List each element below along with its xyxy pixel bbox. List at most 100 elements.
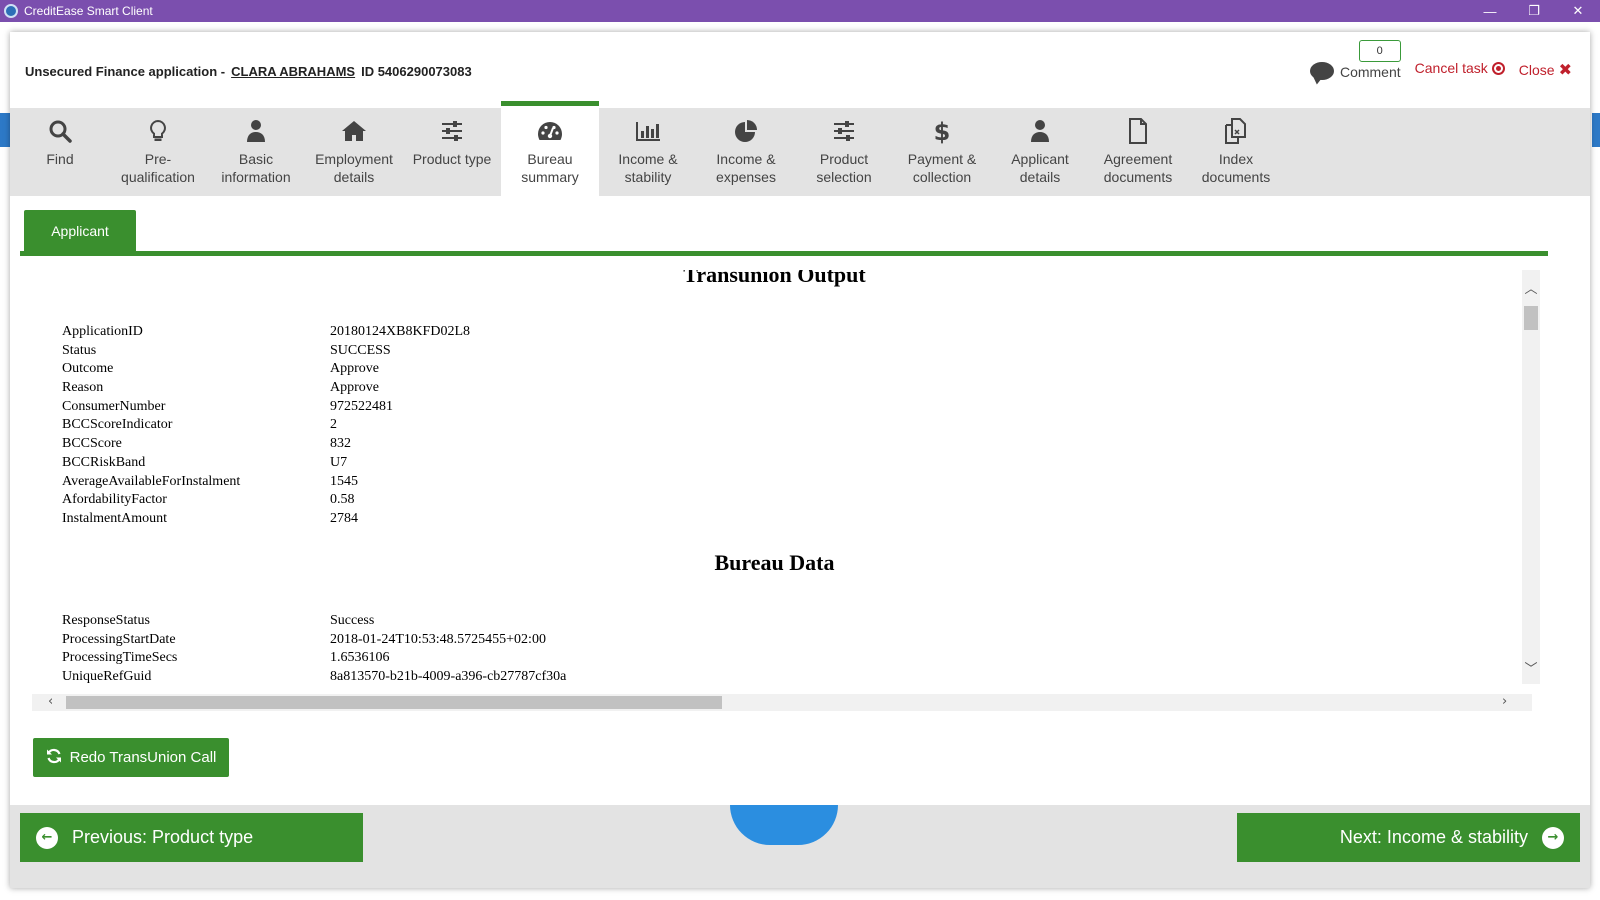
step-pre-qualification[interactable]: Pre- qualification [109,108,207,196]
previous-step-label: Previous: Product type [72,827,254,847]
arrow-left-circle-icon: ← [36,826,58,849]
tab-applicant[interactable]: Applicant [24,210,136,252]
background-app-strip [1592,113,1600,147]
redo-transunion-call-label: Redo TransUnion Call [69,749,217,766]
row-key: Reason [62,380,104,396]
table-row: ResponseStatus Success [62,612,566,631]
row-value: 1545 [330,473,358,489]
vertical-scrollbar[interactable]: ︿ ﹀ [1522,270,1540,684]
step-payment-collection[interactable]: $ Payment & collection [893,108,991,196]
step-basic-information[interactable]: Basic information [207,108,305,196]
comment-button[interactable]: 0 Comment [1309,40,1401,80]
step-product-type[interactable]: Product type [403,108,501,196]
step-label: stability [624,169,672,185]
row-key: ApplicationID [62,324,143,339]
window-title: CreditEase Smart Client [24,4,153,18]
bureau-data-heading: Bureau Data [714,550,835,575]
row-key: ResponseStatus [62,613,150,628]
wizard-footer: ← Previous: Product type Next: Income & … [10,805,1590,888]
row-value: 8a813570-b21b-4009-a396-cb27787cf30a [330,669,567,685]
step-label: Income & [716,151,776,167]
step-label: selection [816,169,872,185]
svg-text:$: $ [934,118,950,144]
row-value: 2784 [330,510,358,526]
row-value: 2018-01-24T10:53:48.5725455+02:00 [330,631,546,647]
user-icon [246,118,266,144]
refresh-icon [46,748,62,768]
row-key: Outcome [62,361,114,377]
horizontal-scrollbar[interactable]: ‹ › [32,694,1532,711]
bar-chart-icon [635,118,661,144]
dollar-icon: $ [934,118,950,144]
row-key: ProcessingStartDate [62,631,176,647]
background-blob [730,805,838,845]
scroll-down-icon[interactable]: ﹀ [1522,658,1540,677]
dashboard-icon [537,118,563,144]
step-label: summary [521,169,579,185]
previous-step-button[interactable]: ← Previous: Product type [20,813,363,862]
home-icon [341,118,367,144]
table-row: ConsumerNumber 972522481 [62,398,470,417]
step-employment-details[interactable]: Employment details [305,108,403,196]
close-label: Close [1518,62,1555,78]
row-value: Success [330,613,375,628]
cancel-task-button[interactable]: Cancel task [1415,60,1505,76]
row-key: BCCScore [62,436,122,452]
step-label: Income & [618,151,678,167]
row-value: 972522481 [330,398,393,414]
horizontal-scroll-thumb[interactable] [66,696,722,709]
row-key: InstalmentAmount [62,510,167,526]
application-title-prefix: Unsecured Finance application - [25,64,226,79]
row-value: 832 [330,436,351,452]
step-label: Applicant [1011,151,1069,167]
step-label: Payment & [907,151,977,167]
pie-chart-icon [734,118,758,144]
step-index-documents[interactable]: Index documents [1187,108,1285,196]
close-dialog-button[interactable]: Close ✖ [1519,60,1572,80]
scroll-up-icon[interactable]: ︿ [1522,278,1540,297]
step-income-stability[interactable]: Income & stability [599,108,697,196]
window-controls: — ❐ ✕ [1468,0,1600,22]
row-value: 0.58 [330,492,355,508]
row-key: UniqueRefGuid [62,669,152,685]
row-value: 1.6536106 [330,650,390,666]
step-agreement-documents[interactable]: Agreement documents [1089,108,1187,196]
step-income-expenses[interactable]: Income & expenses [697,108,795,196]
row-value: 20180124XB8KFD02L8 [330,324,471,339]
step-product-selection[interactable]: Product selection [795,108,893,196]
window-close-button[interactable]: ✕ [1556,0,1600,22]
comment-label: Comment [1339,64,1401,80]
step-label: details [333,169,375,185]
scroll-right-icon[interactable]: › [1502,694,1507,709]
minimize-button[interactable]: — [1468,0,1512,22]
client-name-link[interactable]: CLARA ABRAHAMS [231,64,355,79]
row-value: Approve [330,361,379,377]
next-step-button[interactable]: Next: Income & stability → [1237,813,1580,862]
document-icon [1128,118,1148,144]
tab-underline [20,251,1548,256]
lightbulb-icon [148,118,168,144]
step-label: Index [1218,151,1254,167]
step-find[interactable]: Find [11,108,109,196]
comment-count-badge: 0 [1358,40,1401,62]
documents-icon [1223,118,1249,144]
table-row: BCCScore 832 [62,435,470,454]
step-label: details [1019,169,1061,185]
table-row: BCCScoreIndicator 2 [62,416,470,435]
step-label: Product type [412,151,492,167]
restore-button[interactable]: ❐ [1512,0,1556,22]
row-key: ConsumerNumber [62,398,166,414]
vertical-scroll-thumb[interactable] [1524,306,1538,330]
redo-transunion-call-button[interactable]: Redo TransUnion Call [33,738,229,777]
step-bureau-summary[interactable]: Bureau summary [501,101,599,196]
table-row: InstalmentAmount 2784 [62,510,470,529]
table-row: ProcessingTimeSecs 1.6536106 [62,649,566,668]
bureau-report-viewer[interactable]: Transunion Output ApplicationID 20180124X… [32,270,1540,713]
client-id: ID 5406290073083 [361,64,472,79]
step-label: Find [46,151,74,167]
wizard-steps: Find Pre- qualification Basic informatio… [10,101,1590,196]
scroll-left-icon[interactable]: ‹ [48,694,53,709]
table-row: Outcome Approve [62,360,470,379]
step-applicant-details[interactable]: Applicant details [991,108,1089,196]
row-key: BCCScoreIndicator [62,417,173,433]
